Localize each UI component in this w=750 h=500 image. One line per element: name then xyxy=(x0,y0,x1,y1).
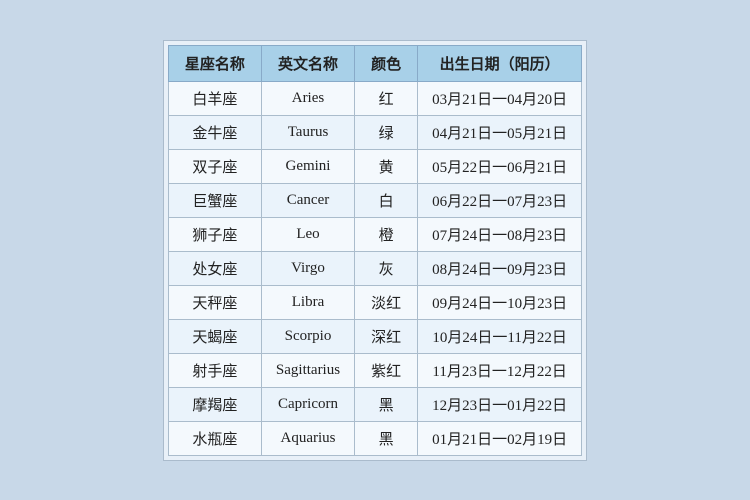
cell-color: 黑 xyxy=(355,421,418,455)
cell-english-name: Sagittarius xyxy=(261,353,354,387)
cell-chinese-name: 巨蟹座 xyxy=(168,183,261,217)
table-body: 白羊座Aries红03月21日一04月20日金牛座Taurus绿04月21日一0… xyxy=(168,81,581,455)
header-color: 颜色 xyxy=(355,45,418,81)
cell-color: 灰 xyxy=(355,251,418,285)
cell-color: 红 xyxy=(355,81,418,115)
table-row: 射手座Sagittarius紫红11月23日一12月22日 xyxy=(168,353,581,387)
cell-chinese-name: 摩羯座 xyxy=(168,387,261,421)
cell-english-name: Aquarius xyxy=(261,421,354,455)
cell-chinese-name: 射手座 xyxy=(168,353,261,387)
cell-dates: 05月22日一06月21日 xyxy=(418,149,582,183)
cell-chinese-name: 水瓶座 xyxy=(168,421,261,455)
cell-english-name: Libra xyxy=(261,285,354,319)
zodiac-table: 星座名称 英文名称 颜色 出生日期（阳历） 白羊座Aries红03月21日一04… xyxy=(168,45,582,456)
cell-dates: 07月24日一08月23日 xyxy=(418,217,582,251)
cell-color: 紫红 xyxy=(355,353,418,387)
cell-chinese-name: 处女座 xyxy=(168,251,261,285)
table-row: 巨蟹座Cancer白06月22日一07月23日 xyxy=(168,183,581,217)
table-header-row: 星座名称 英文名称 颜色 出生日期（阳历） xyxy=(168,45,581,81)
cell-english-name: Leo xyxy=(261,217,354,251)
cell-color: 白 xyxy=(355,183,418,217)
cell-english-name: Virgo xyxy=(261,251,354,285)
cell-color: 绿 xyxy=(355,115,418,149)
cell-color: 黄 xyxy=(355,149,418,183)
cell-chinese-name: 白羊座 xyxy=(168,81,261,115)
cell-dates: 01月21日一02月19日 xyxy=(418,421,582,455)
cell-dates: 03月21日一04月20日 xyxy=(418,81,582,115)
cell-dates: 11月23日一12月22日 xyxy=(418,353,582,387)
cell-chinese-name: 天秤座 xyxy=(168,285,261,319)
header-chinese-name: 星座名称 xyxy=(168,45,261,81)
cell-dates: 10月24日一11月22日 xyxy=(418,319,582,353)
cell-color: 深红 xyxy=(355,319,418,353)
cell-dates: 12月23日一01月22日 xyxy=(418,387,582,421)
table-row: 狮子座Leo橙07月24日一08月23日 xyxy=(168,217,581,251)
cell-english-name: Taurus xyxy=(261,115,354,149)
table-row: 天秤座Libra淡红09月24日一10月23日 xyxy=(168,285,581,319)
cell-chinese-name: 金牛座 xyxy=(168,115,261,149)
header-english-name: 英文名称 xyxy=(261,45,354,81)
cell-english-name: Capricorn xyxy=(261,387,354,421)
cell-color: 淡红 xyxy=(355,285,418,319)
table-row: 白羊座Aries红03月21日一04月20日 xyxy=(168,81,581,115)
table-row: 金牛座Taurus绿04月21日一05月21日 xyxy=(168,115,581,149)
cell-chinese-name: 天蝎座 xyxy=(168,319,261,353)
table-row: 摩羯座Capricorn黑12月23日一01月22日 xyxy=(168,387,581,421)
cell-english-name: Scorpio xyxy=(261,319,354,353)
cell-color: 黑 xyxy=(355,387,418,421)
header-dates: 出生日期（阳历） xyxy=(418,45,582,81)
cell-english-name: Gemini xyxy=(261,149,354,183)
table-row: 处女座Virgo灰08月24日一09月23日 xyxy=(168,251,581,285)
table-row: 天蝎座Scorpio深红10月24日一11月22日 xyxy=(168,319,581,353)
cell-dates: 08月24日一09月23日 xyxy=(418,251,582,285)
cell-dates: 06月22日一07月23日 xyxy=(418,183,582,217)
cell-dates: 04月21日一05月21日 xyxy=(418,115,582,149)
cell-dates: 09月24日一10月23日 xyxy=(418,285,582,319)
table-row: 水瓶座Aquarius黑01月21日一02月19日 xyxy=(168,421,581,455)
cell-english-name: Cancer xyxy=(261,183,354,217)
table-row: 双子座Gemini黄05月22日一06月21日 xyxy=(168,149,581,183)
cell-english-name: Aries xyxy=(261,81,354,115)
zodiac-table-container: 星座名称 英文名称 颜色 出生日期（阳历） 白羊座Aries红03月21日一04… xyxy=(163,40,587,461)
cell-chinese-name: 双子座 xyxy=(168,149,261,183)
cell-color: 橙 xyxy=(355,217,418,251)
cell-chinese-name: 狮子座 xyxy=(168,217,261,251)
